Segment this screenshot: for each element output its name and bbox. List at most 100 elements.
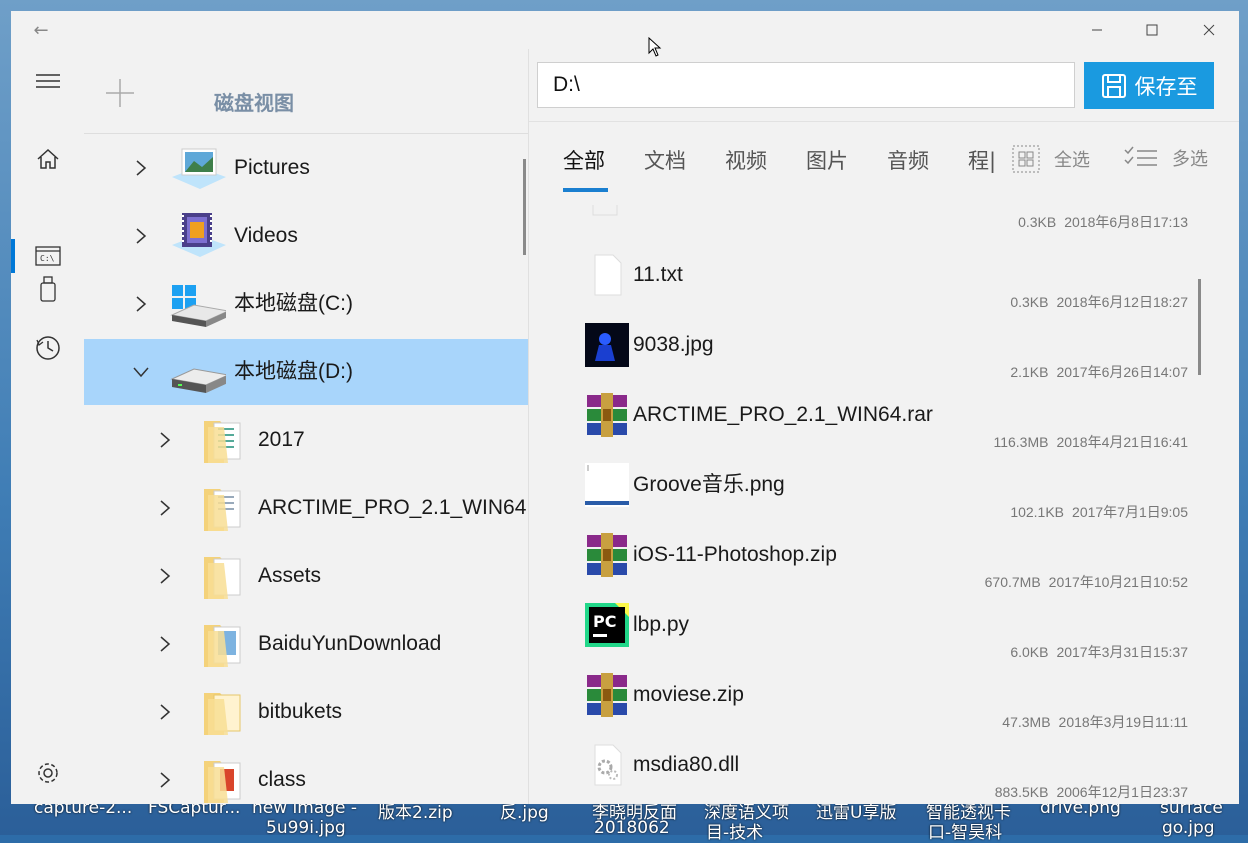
file-meta: 0.3KB 2018年6月8日17:13 [1018, 212, 1188, 232]
file-row[interactable]: 0.3KB 2018年6月8日17:13 [529, 171, 1209, 233]
drive-glyph: C:\ [40, 254, 55, 263]
file-date: 2017年6月26日14:07 [1056, 364, 1188, 380]
divider [84, 133, 528, 134]
chevron-right-icon[interactable] [153, 475, 177, 541]
save-to-button[interactable]: 保存至 [1084, 62, 1214, 109]
chevron-right-icon[interactable] [153, 679, 177, 745]
file-meta: 883.5KB 2006年12月1日23:37 [995, 782, 1188, 802]
tree-item-folder[interactable]: class [84, 747, 528, 804]
file-name: lbp.py [633, 613, 690, 636]
usb-icon [39, 276, 56, 302]
app-window: ← C:\ 磁盘视图 Pictures Videos 本地磁盘(C:) 本地磁盘… [11, 11, 1239, 804]
file-meta: 6.0KB 2017年3月31日15:37 [1010, 642, 1188, 662]
add-button[interactable] [104, 77, 136, 109]
file-date: 2018年6月12日18:27 [1056, 294, 1188, 310]
image-thumbnail-icon [585, 463, 629, 507]
chevron-right-icon[interactable] [129, 271, 153, 337]
tree-item-label: BaiduYunDownload [258, 632, 442, 655]
menu-icon [35, 74, 60, 88]
minimize-button[interactable] [1074, 11, 1120, 49]
file-size: 670.7MB [984, 574, 1041, 590]
winrar-archive-icon [587, 393, 627, 437]
file-size: 6.0KB [1010, 644, 1049, 660]
path-input[interactable]: D:\ [537, 62, 1075, 108]
file-row[interactable]: 9038.jpg 2.1KB 2017年6月26日14:07 [529, 311, 1209, 381]
tree-item-drive-d[interactable]: 本地磁盘(D:) [84, 339, 528, 405]
select-all-button[interactable]: 全选 [1012, 145, 1090, 173]
tree-item-label: bitbukets [258, 700, 343, 723]
file-row[interactable]: 11.txt 0.3KB 2018年6月12日18:27 [529, 241, 1209, 311]
file-name: moviese.zip [633, 683, 744, 706]
back-arrow-icon: ← [33, 19, 49, 41]
tree-item-videos[interactable]: Videos [84, 203, 528, 269]
settings-button[interactable] [11, 751, 84, 795]
tree-item-folder[interactable]: bitbukets [84, 679, 528, 745]
file-date: 2017年3月31日15:37 [1056, 644, 1188, 660]
file-name: Groove音乐.png [633, 473, 785, 496]
history-icon [35, 336, 60, 360]
chevron-right-icon[interactable] [153, 747, 177, 804]
desktop-label[interactable]: go.jpg [1162, 818, 1215, 838]
desktop-label[interactable]: 5u99i.jpg [266, 818, 346, 838]
file-size: 116.3MB [993, 434, 1049, 450]
videos-library-icon [172, 213, 226, 257]
folder-icon [204, 761, 241, 803]
winrar-archive-icon [587, 673, 627, 717]
drive-icon [170, 368, 226, 393]
close-button[interactable] [1186, 11, 1232, 49]
folder-icon [204, 489, 241, 531]
folder-tree-pane: 磁盘视图 Pictures Videos 本地磁盘(C:) 本地磁盘(D:) 2… [84, 49, 528, 804]
multi-select-button[interactable]: 多选 [1124, 145, 1208, 171]
path-value: D:\ [553, 73, 580, 96]
tree-item-folder[interactable]: 2017 [84, 407, 528, 473]
file-size: 883.5KB [994, 784, 1049, 800]
select-all-icon [1012, 145, 1040, 173]
maximize-icon [1146, 24, 1158, 36]
tree-item-folder[interactable]: BaiduYunDownload [84, 611, 528, 677]
tree-item-drive-c[interactable]: 本地磁盘(C:) [84, 271, 528, 337]
file-date: 2006年12月1日23:37 [1056, 784, 1188, 800]
pictures-library-icon [172, 148, 226, 189]
chevron-right-icon[interactable] [153, 407, 177, 473]
home-nav-button[interactable] [11, 137, 84, 181]
hamburger-menu-button[interactable] [11, 59, 84, 103]
chevron-right-icon[interactable] [153, 611, 177, 677]
file-size: 2.1KB [1010, 364, 1049, 380]
file-row[interactable]: ARCTIME_PRO_2.1_WIN64.rar 116.3MB 2018年4月… [529, 381, 1209, 451]
folder-icon [204, 625, 241, 667]
file-name: msdia80.dll [633, 753, 740, 776]
history-nav-button[interactable] [11, 326, 84, 370]
chevron-right-icon[interactable] [129, 203, 153, 269]
back-button[interactable]: ← [19, 11, 63, 49]
folder-icon [204, 421, 241, 463]
file-size: 0.3KB [1018, 214, 1057, 230]
chevron-right-icon[interactable] [129, 135, 153, 201]
svg-text:PC: PC [593, 612, 616, 631]
file-row[interactable]: iOS-11-Photoshop.zip 670.7MB 2017年10月21日1… [529, 521, 1209, 591]
file-row[interactable]: Groove音乐.png 102.1KB 2017年7月1日9:05 [529, 451, 1209, 521]
chevron-down-icon[interactable] [129, 339, 153, 405]
tree-item-folder[interactable]: ARCTIME_PRO_2.1_WIN64 [84, 475, 528, 541]
chevron-right-icon[interactable] [153, 543, 177, 609]
desktop-label[interactable]: 目-技术 [706, 818, 763, 843]
file-date: 2018年3月19日11:11 [1058, 714, 1188, 730]
tree-item-label: class [258, 768, 306, 791]
usb-nav-button[interactable] [11, 267, 84, 311]
file-meta: 116.3MB 2018年4月21日16:41 [993, 432, 1188, 452]
tree-scrollbar[interactable] [523, 159, 526, 255]
dll-file-icon [594, 744, 622, 786]
file-row[interactable]: PC lbp.py 6.0KB 2017年3月31日15:37 [529, 591, 1209, 661]
maximize-button[interactable] [1129, 11, 1175, 49]
title-bar: ← [11, 11, 1239, 49]
file-name: iOS-11-Photoshop.zip [633, 543, 837, 566]
tree-item-folder[interactable]: Assets [84, 543, 528, 609]
desktop-label[interactable]: 口-智昊科 [928, 818, 1002, 843]
multi-select-label: 多选 [1172, 149, 1208, 170]
file-row[interactable]: moviese.zip 47.3MB 2018年3月19日11:11 [529, 661, 1209, 731]
tree-item-pictures[interactable]: Pictures [84, 135, 528, 201]
tree-item-label: Videos [234, 224, 298, 247]
file-list-scrollbar[interactable] [1198, 279, 1201, 375]
file-row[interactable]: msdia80.dll 883.5KB 2006年12月1日23:37 [529, 731, 1209, 801]
tree-title: 磁盘视图 [214, 91, 294, 115]
desktop-label[interactable]: 2018062 [594, 818, 670, 838]
